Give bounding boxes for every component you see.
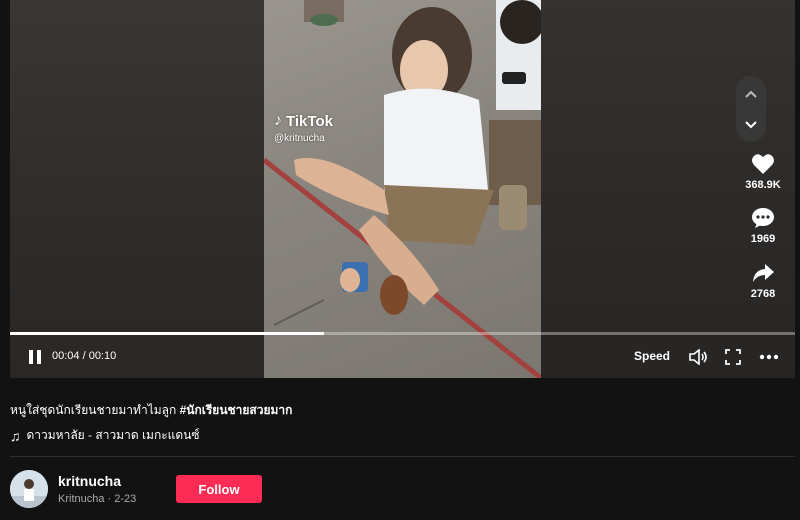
video-scene-image bbox=[264, 0, 541, 378]
pause-button[interactable] bbox=[24, 346, 46, 368]
video-frame[interactable]: ♪ TikTok @kritnucha bbox=[264, 0, 541, 378]
time-display: 00:04 / 00:10 bbox=[52, 350, 117, 362]
share-action[interactable]: 2768 bbox=[733, 262, 793, 300]
progress-bar[interactable] bbox=[10, 332, 795, 335]
music-link[interactable]: ♫ ดาวมหาลัย - สาวมาด เมกะแดนซ์ bbox=[10, 426, 200, 445]
like-count: 368.9K bbox=[745, 179, 781, 191]
like-action[interactable]: 368.9K bbox=[733, 153, 793, 191]
chevron-down-icon bbox=[745, 121, 757, 129]
share-count: 2768 bbox=[750, 288, 776, 300]
heart-icon[interactable] bbox=[751, 153, 775, 175]
previous-video-button[interactable] bbox=[736, 79, 766, 109]
watermark-brand: TikTok bbox=[286, 112, 333, 130]
music-note-icon: ♫ bbox=[10, 427, 21, 444]
more-options-button[interactable] bbox=[757, 346, 781, 368]
author-subline: Kritnucha · 2-23 bbox=[58, 493, 137, 505]
avatar-image bbox=[10, 470, 48, 508]
chevron-up-icon bbox=[745, 90, 757, 98]
follow-button[interactable]: Follow bbox=[176, 475, 262, 503]
video-navigation bbox=[736, 76, 766, 142]
video-player[interactable]: ♪ TikTok @kritnucha 368.9K 1969 2768 bbox=[10, 0, 795, 378]
volume-button[interactable] bbox=[686, 346, 710, 368]
author-username[interactable]: kritnucha bbox=[58, 473, 121, 489]
progress-fill bbox=[10, 332, 324, 335]
more-icon bbox=[759, 354, 779, 360]
comment-count: 1969 bbox=[750, 233, 776, 245]
fullscreen-icon bbox=[725, 349, 741, 365]
watermark-username: @kritnucha bbox=[274, 133, 325, 144]
pause-icon bbox=[29, 350, 41, 364]
caption-text: หนูใส่ชุดนักเรียนชายมาทำไมลูก bbox=[10, 403, 180, 417]
next-video-button[interactable] bbox=[736, 110, 766, 140]
comment-action[interactable]: 1969 bbox=[733, 207, 793, 245]
comment-icon[interactable] bbox=[751, 207, 775, 229]
author-avatar[interactable] bbox=[10, 470, 48, 508]
blurred-background-left bbox=[10, 0, 264, 378]
speed-button[interactable]: Speed bbox=[634, 349, 670, 363]
video-caption: หนูใส่ชุดนักเรียนชายมาทำไมลูก #นักเรียนช… bbox=[10, 401, 292, 420]
divider bbox=[10, 456, 795, 457]
tiktok-logo-icon: ♪ bbox=[274, 112, 282, 129]
caption-hashtag[interactable]: #นักเรียนชายสวยมาก bbox=[180, 403, 293, 417]
volume-icon bbox=[689, 349, 707, 365]
music-title[interactable]: ดาวมหาลัย - สาวมาด เมกะแดนซ์ bbox=[27, 426, 200, 445]
tiktok-watermark: ♪ TikTok @kritnucha bbox=[274, 112, 333, 144]
share-icon[interactable] bbox=[751, 262, 775, 284]
fullscreen-button[interactable] bbox=[722, 346, 744, 368]
